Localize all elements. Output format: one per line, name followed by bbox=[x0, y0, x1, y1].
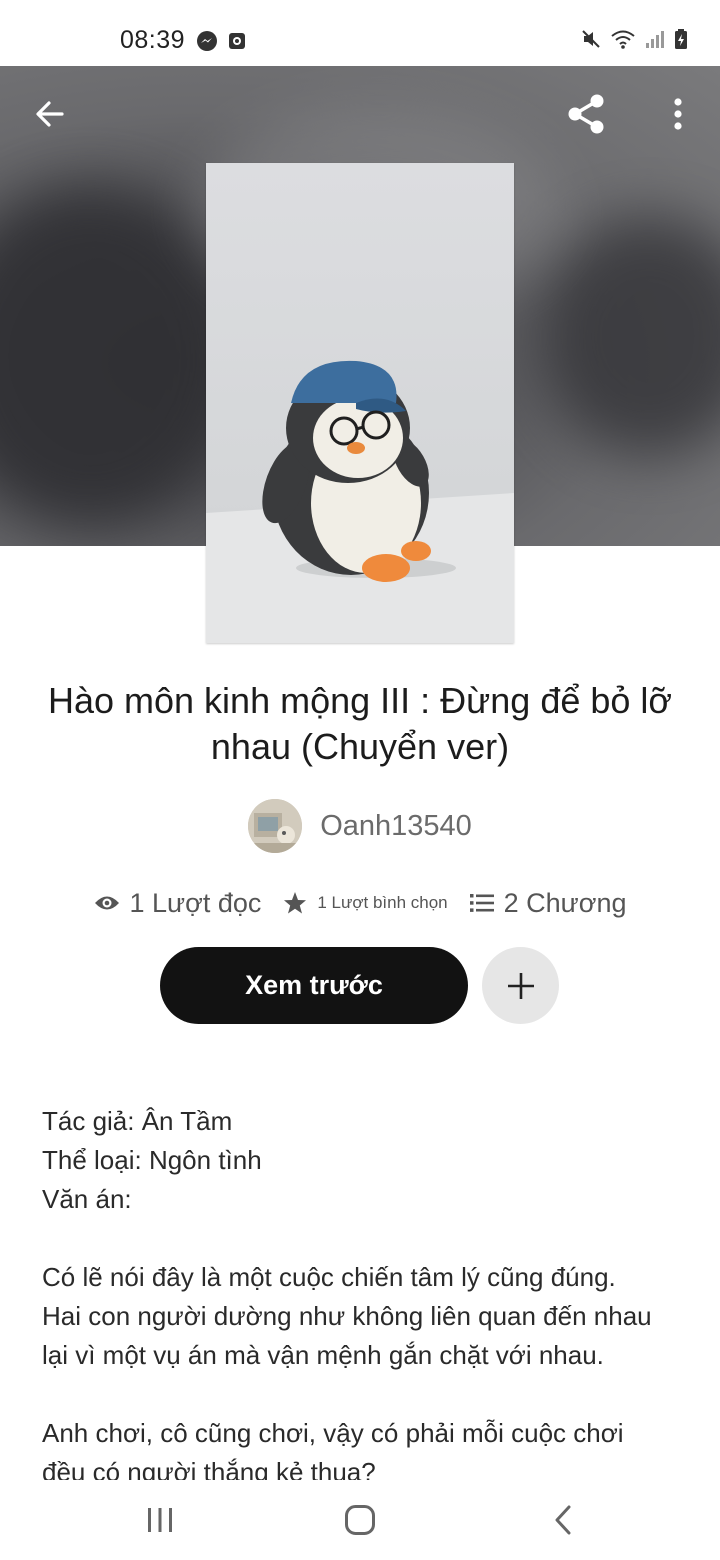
description-line: Thể loại: Ngôn tình bbox=[42, 1145, 262, 1175]
description-line: Tác giả: Ân Tầm bbox=[42, 1106, 233, 1136]
reads-stat: 1 Lượt đọc bbox=[94, 887, 262, 919]
description-line: Hai con người dường như không liên quan … bbox=[42, 1301, 652, 1331]
nav-back-icon bbox=[555, 1505, 571, 1535]
recent-apps-button[interactable] bbox=[130, 1496, 190, 1544]
screen-record-icon bbox=[229, 33, 245, 49]
plus-icon bbox=[507, 972, 534, 999]
recent-apps-icon bbox=[148, 1508, 172, 1532]
arrow-left-icon bbox=[36, 101, 64, 127]
more-options-button[interactable] bbox=[650, 86, 706, 142]
stats-row: 1 Lượt đọc 1 Lượt bình chọn 2 Chương bbox=[0, 880, 720, 926]
cover-image bbox=[206, 163, 514, 643]
chapters-stat[interactable]: 2 Chương bbox=[469, 887, 627, 919]
description-line bbox=[42, 1375, 692, 1414]
home-icon bbox=[345, 1505, 375, 1535]
nav-back-button[interactable] bbox=[533, 1496, 593, 1544]
messenger-icon bbox=[197, 31, 217, 51]
description-line: Anh chơi, cô cũng chơi, vậy có phải mỗi … bbox=[42, 1418, 624, 1448]
eye-icon bbox=[94, 896, 119, 910]
description-line: Văn án: bbox=[42, 1184, 132, 1214]
mute-icon bbox=[582, 30, 600, 48]
share-button[interactable] bbox=[558, 86, 614, 142]
votes-count: 1 Lượt bình chọn bbox=[317, 893, 448, 912]
votes-stat: 1 Lượt bình chọn bbox=[283, 891, 448, 915]
share-icon bbox=[568, 94, 604, 134]
avatar bbox=[248, 799, 303, 853]
author-name: Oanh13540 bbox=[320, 809, 472, 842]
description-line: lại vì một vụ án mà vận mệnh gắn chặt vớ… bbox=[42, 1340, 604, 1370]
description-line bbox=[42, 1219, 692, 1258]
preview-button[interactable]: Xem trước bbox=[160, 947, 468, 1024]
book-description: Tác giả: Ân Tầm Thể loại: Ngôn tình Văn … bbox=[42, 1102, 692, 1492]
signal-icon bbox=[646, 31, 664, 48]
star-icon bbox=[284, 892, 307, 914]
reads-count: 1 Lượt đọc bbox=[129, 887, 262, 918]
chapters-count: 2 Chương bbox=[503, 887, 627, 918]
battery-icon bbox=[675, 29, 687, 49]
back-button[interactable] bbox=[22, 86, 78, 142]
author-link[interactable]: Oanh13540 bbox=[0, 798, 720, 854]
status-bar: 08:39 bbox=[0, 0, 720, 66]
list-icon bbox=[469, 894, 494, 912]
home-button[interactable] bbox=[330, 1496, 390, 1544]
status-time: 08:39 bbox=[120, 26, 186, 54]
book-cover[interactable] bbox=[206, 163, 514, 643]
system-nav-bar bbox=[0, 1480, 720, 1560]
more-vertical-icon bbox=[674, 98, 682, 130]
wifi-icon bbox=[611, 30, 635, 49]
description-line: Có lẽ nói đây là một cuộc chiến tâm lý c… bbox=[42, 1262, 616, 1292]
book-title: Hào môn kinh mộng III : Đừng để bỏ lỡ nh… bbox=[47, 680, 673, 767]
add-to-library-button[interactable] bbox=[482, 947, 559, 1024]
